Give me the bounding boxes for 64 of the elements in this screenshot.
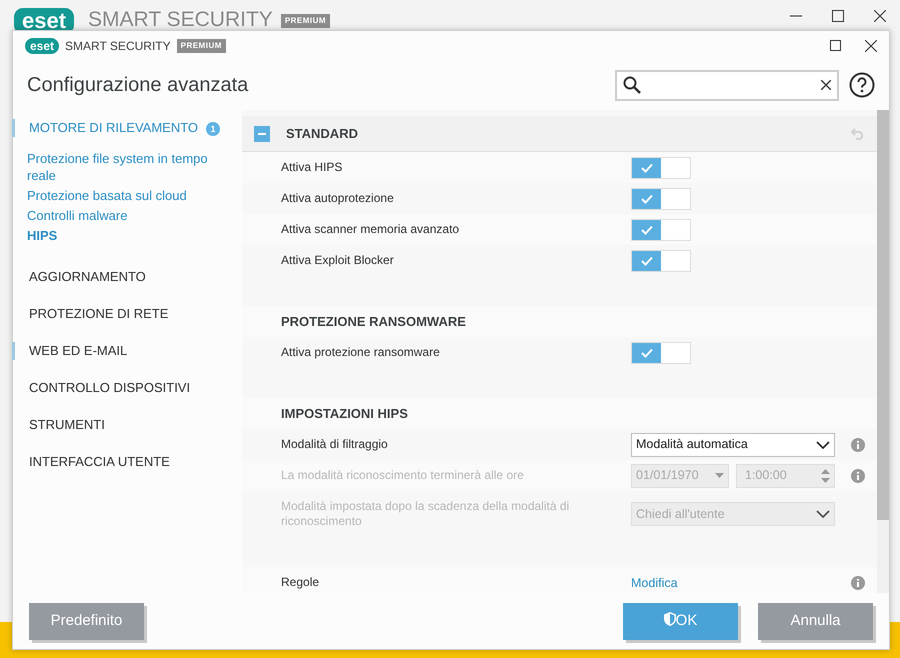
setting-label: Modalità impostata dopo la scadenza della modalità di riconoscimento [281,499,570,529]
close-icon[interactable] [874,10,886,22]
count-badge: 1 [206,122,220,136]
edition-label: PREMIUM [280,14,330,28]
action-button[interactable]: Annulla [758,602,873,640]
window-title: SMART SECURITY [65,38,171,54]
check-icon [640,194,652,204]
collapse-icon[interactable] [254,126,270,142]
setting-label: Attiva scanner memoria avanzato [281,222,460,237]
sidebar-item[interactable]: INTERFACCIA UTENTE [12,453,242,471]
window-title: SMART SECURITY [88,8,273,32]
sidebar-item[interactable]: MOTORE DI RILEVAMENTO [12,119,198,137]
check-icon [640,256,652,266]
undo-icon[interactable] [851,128,865,140]
field-value: 01/01/1970 [636,467,699,484]
dropdown-value: Modalità automatica [636,436,748,454]
sidebar-subitem[interactable]: HIPS [13,226,213,246]
section-title: PROTEZIONE RANSOMWARE [281,312,466,331]
search-field[interactable] [615,70,839,100]
setting-label: Modalità di filtraggio [281,437,389,452]
toggle-switch[interactable] [631,342,691,364]
shield-icon [664,612,676,626]
sidebar-item[interactable]: AGGIORNAMENTO [12,268,242,286]
clear-icon[interactable] [821,80,831,90]
edit-link[interactable]: Modifica [631,576,678,590]
check-icon [640,224,652,234]
search-icon [623,76,641,94]
help-icon[interactable] [849,72,875,98]
check-icon [640,348,652,358]
dropdown-value: Chiedi all'utente [636,506,725,523]
sidebar-item[interactable]: CONTROLLO DISPOSITIVI [12,379,242,397]
sidebar-item[interactable]: PROTEZIONE DI RETE [12,305,242,323]
ok-button[interactable]: OK [623,602,738,640]
chevron-down-icon [816,510,830,518]
dropdown[interactable]: Modalità automatica [631,432,835,456]
check-icon [640,162,652,172]
section-title: IMPOSTAZIONI HIPS [281,404,408,423]
chevron-down-icon [816,440,830,448]
toggle-switch[interactable] [631,156,691,178]
maximize-icon[interactable] [832,10,844,22]
toggle-switch[interactable] [631,188,691,210]
close-icon[interactable] [865,40,877,52]
section-title: STANDARD [286,124,358,143]
setting-label: La modalità riconoscimento terminerà alle ore [281,468,525,483]
sidebar-subitem[interactable]: Protezione file system in tempo reale [13,149,213,186]
page-title: Configurazione avanzata [27,73,248,98]
logo: eset [25,38,60,54]
setting-label: Regole [281,575,320,590]
setting-label: Attiva autoprotezione [281,191,395,206]
maximize-icon[interactable] [830,40,841,50]
spinner-icon[interactable] [821,468,830,484]
field-value: 1:00:00 [745,467,787,484]
sidebar-item[interactable]: STRUMENTI [12,416,242,434]
toggle-switch[interactable] [631,250,691,272]
toggle-switch[interactable] [631,218,691,240]
dropdown-arrow-icon [715,473,724,478]
edition-label: PREMIUM [176,38,226,52]
setting-label: Attiva Exploit Blocker [281,253,395,268]
setting-label: Attiva HIPS [281,160,344,175]
setting-label: Attiva protezione ransomware [281,345,441,360]
action-button[interactable]: Predefinito [29,602,144,640]
sidebar-subitem[interactable]: Protezione basata sul cloud [13,186,213,206]
sidebar-subitem[interactable]: Controlli malware [13,206,213,226]
scrollbar-thumb[interactable] [877,110,889,520]
